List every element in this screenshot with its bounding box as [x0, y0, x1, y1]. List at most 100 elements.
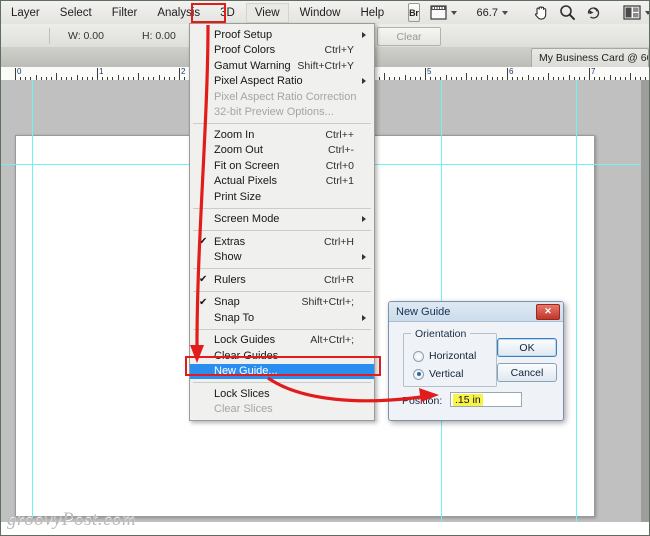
menu-item-clear-slices: Clear Slices [190, 402, 374, 418]
submenu-arrow-icon [362, 31, 366, 38]
new-guide-dialog[interactable]: New Guide ✕ Orientation Horizontal Verti… [388, 301, 564, 421]
guide-vertical-right[interactable] [576, 80, 577, 522]
menu-separator [193, 328, 371, 330]
menu-bar: Layer Select Filter Analysis 3D View Win… [1, 1, 649, 25]
menu-item-lock-guides[interactable]: Lock Guides Alt+Ctrl+; [190, 333, 374, 349]
ruler-tick [548, 73, 549, 80]
rotate-view-tool-icon[interactable] [585, 3, 602, 22]
menu-item-shortcut: Ctrl+- [328, 144, 354, 157]
menu-item-label: Clear Slices [214, 403, 273, 416]
menu-item-shortcut: Shift+Ctrl+Y [297, 59, 354, 72]
menu-item-label: Rulers [214, 273, 246, 286]
menu-item-rulers[interactable]: ✔ Rulers Ctrl+R [190, 272, 374, 288]
position-value: .15 in [453, 393, 483, 406]
ruler-tick [138, 73, 139, 80]
orientation-group-label: Orientation [411, 328, 471, 340]
checkmark-icon: ✔ [199, 274, 208, 286]
workspace-right-gutter [641, 80, 649, 522]
menu-item-label: Proof Setup [214, 28, 273, 41]
menu-filter[interactable]: Filter [103, 3, 147, 23]
menu-item-shortcut: Ctrl+0 [325, 159, 354, 172]
radio-horizontal-label: Horizontal [429, 350, 477, 362]
menu-item-pixel-aspect-ratio[interactable]: Pixel Aspect Ratio [190, 74, 374, 90]
ruler-tick [630, 73, 631, 80]
menu-item-show[interactable]: Show [190, 250, 374, 266]
checkmark-icon: ✔ [199, 236, 208, 248]
ruler-label: 6 [509, 67, 514, 76]
cancel-button[interactable]: Cancel [497, 363, 557, 382]
menu-item-label: Fit on Screen [214, 159, 280, 172]
radio-horizontal[interactable]: Horizontal [413, 350, 476, 362]
measure-width-value: W: 0.00 [68, 29, 104, 42]
menu-item-label: Zoom Out [214, 144, 263, 157]
menu-item-label: Zoom In [214, 128, 255, 141]
photoshop-window: Layer Select Filter Analysis 3D View Win… [0, 0, 650, 536]
menu-item-label: Snap To [214, 311, 255, 324]
menu-item-label: Proof Colors [214, 44, 276, 57]
ruler-tick [56, 73, 57, 80]
guide-vertical-left[interactable] [32, 80, 33, 522]
radio-vertical-icon[interactable] [413, 368, 424, 380]
menu-item-label: Lock Guides [214, 334, 276, 347]
ruler-tick [507, 68, 508, 80]
ruler-tick [384, 73, 385, 80]
menu-layer[interactable]: Layer [2, 3, 49, 23]
menu-separator [193, 268, 371, 269]
menu-item-actual-pixels[interactable]: Actual Pixels Ctrl+1 [190, 174, 374, 190]
menu-item-lock-slices[interactable]: Lock Slices [190, 386, 374, 402]
menu-item-fit-on-screen[interactable]: Fit on Screen Ctrl+0 [190, 158, 374, 174]
menu-item-proof-setup[interactable]: Proof Setup [190, 27, 374, 43]
menu-item-label: Show [214, 251, 242, 264]
mini-bridge-chevron-down-icon[interactable] [450, 10, 457, 15]
menu-item-zoom-in[interactable]: Zoom In Ctrl++ [190, 127, 374, 143]
radio-horizontal-icon[interactable] [413, 350, 424, 362]
arrange-documents-icon[interactable] [623, 3, 641, 22]
menu-item-zoom-out[interactable]: Zoom Out Ctrl+- [190, 143, 374, 159]
menu-item-shortcut: Ctrl++ [325, 128, 354, 141]
ruler-tick [97, 68, 98, 80]
hand-tool-icon[interactable] [533, 3, 550, 22]
submenu-arrow-icon [362, 78, 366, 85]
zoom-level-chevron-down-icon[interactable] [501, 10, 508, 15]
ruler-tick [425, 68, 426, 80]
position-input[interactable]: .15 in [450, 392, 522, 407]
menu-item-label: Pixel Aspect Ratio Correction [214, 90, 357, 103]
menu-item-shortcut: Ctrl+H [323, 235, 354, 248]
zoom-level-value: 66.7 [476, 6, 498, 19]
menu-item-label: Lock Slices [214, 387, 270, 400]
menu-item-print-size[interactable]: Print Size [190, 189, 374, 205]
menu-item-shortcut: Ctrl+Y [324, 44, 354, 57]
ruler-tick [179, 68, 180, 80]
zoom-tool-icon[interactable] [559, 3, 576, 22]
menu-view[interactable]: View [245, 2, 289, 23]
arrange-documents-chevron-down-icon[interactable] [644, 10, 649, 15]
menu-separator [193, 207, 371, 209]
close-icon[interactable]: ✕ [536, 303, 560, 320]
menu-help[interactable]: Help [351, 3, 393, 23]
menu-item-label: 32-bit Preview Options... [214, 106, 334, 119]
menu-separator [193, 123, 371, 124]
menu-item-snap-to[interactable]: Snap To [190, 310, 374, 326]
menu-item-label: Actual Pixels [214, 175, 277, 188]
menu-item-shortcut: Shift+Ctrl+; [301, 296, 354, 309]
menu-item-gamut-warning[interactable]: Gamut Warning Shift+Ctrl+Y [190, 58, 374, 74]
menu-item-extras[interactable]: ✔ Extras Ctrl+H [190, 234, 374, 250]
menu-select[interactable]: Select [51, 3, 101, 23]
checkmark-icon: ✔ [199, 296, 208, 308]
menu-item-label: Gamut Warning [214, 59, 291, 72]
ruler-tick [15, 68, 16, 80]
bridge-icon[interactable]: Br [408, 3, 420, 22]
menu-item-screen-mode[interactable]: Screen Mode [190, 212, 374, 228]
dialog-titlebar: New Guide ✕ [389, 302, 563, 322]
menu-separator [193, 230, 371, 231]
radio-vertical[interactable]: Vertical [413, 368, 463, 380]
menu-item-proof-colors[interactable]: Proof Colors Ctrl+Y [190, 43, 374, 59]
mini-bridge-icon[interactable] [429, 3, 447, 22]
ruler-tick [589, 68, 590, 80]
menu-window[interactable]: Window [291, 3, 350, 23]
document-tab[interactable]: My Business Card @ 66 [531, 48, 649, 67]
ok-button[interactable]: OK [497, 338, 557, 357]
menu-item-snap[interactable]: ✔ Snap Shift+Ctrl+; [190, 295, 374, 311]
clear-button[interactable]: Clear [377, 27, 441, 46]
menu-separator [193, 382, 371, 383]
